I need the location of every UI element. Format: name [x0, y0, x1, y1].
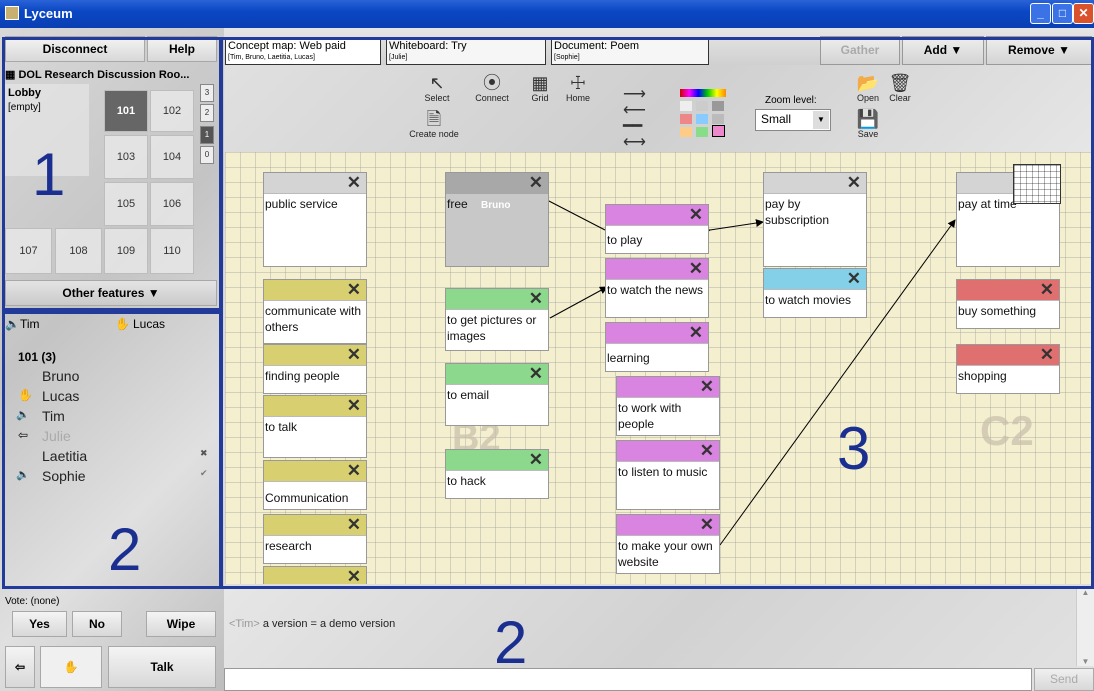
maximize-icon[interactable]: □ [1052, 3, 1073, 24]
annotation-frame-2 [2, 311, 223, 589]
chat-panel: <Tim> a version = a demo version 2 ▲ ▼ Se… [224, 588, 1094, 691]
talk-button[interactable]: Talk [108, 646, 216, 688]
annotation-2-chat: 2 [494, 609, 528, 676]
no-button[interactable]: No [72, 611, 122, 637]
chat-message: <Tim> a version = a demo version [229, 618, 395, 630]
app-icon [5, 6, 19, 20]
away-button[interactable]: ⇦ [5, 646, 35, 688]
chat-sender: <Tim> [229, 618, 260, 630]
minimize-icon[interactable]: _ [1030, 3, 1051, 24]
chat-scrollbar[interactable]: ▲ ▼ [1076, 588, 1094, 666]
title-bar: Lyceum _ □ ✕ [0, 0, 1094, 28]
annotation-frame-1 [2, 37, 223, 311]
yes-button[interactable]: Yes [12, 611, 67, 637]
wipe-button[interactable]: Wipe [146, 611, 216, 637]
close-icon[interactable]: ✕ [1073, 3, 1094, 24]
scroll-down-icon[interactable]: ▼ [1077, 657, 1094, 666]
annotation-frame-3 [219, 37, 1094, 589]
scroll-up-icon[interactable]: ▲ [1077, 588, 1094, 597]
hand-icon: ✋ [63, 660, 79, 674]
vote-status: Vote: (none) [5, 596, 60, 607]
window-title: Lyceum [24, 6, 73, 21]
chat-input[interactable] [224, 668, 1032, 691]
send-button[interactable]: Send [1034, 668, 1094, 691]
away-icon: ⇦ [14, 660, 26, 674]
chat-text: a version = a demo version [262, 618, 396, 630]
raise-hand-button[interactable]: ✋ [40, 646, 102, 688]
